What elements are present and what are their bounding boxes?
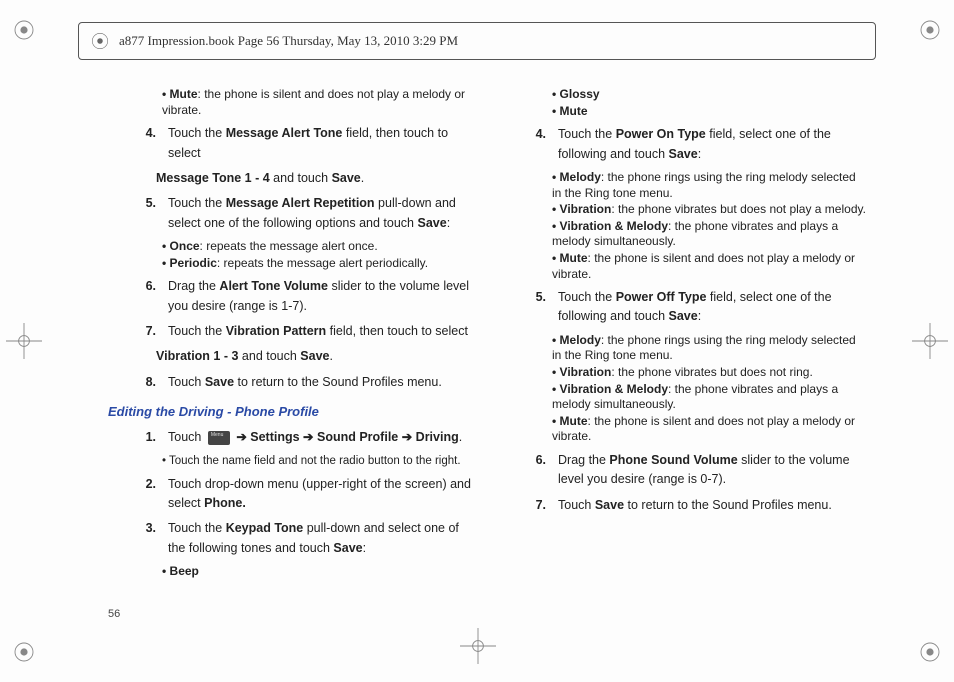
list-item: • Vibration: the phone vibrates but does… (552, 202, 866, 218)
step-r6: 6.Drag the Phone Sound Volume slider to … (498, 451, 866, 490)
step-8: 8.Touch Save to return to the Sound Prof… (108, 373, 476, 392)
step-r4: 4.Touch the Power On Type field, select … (498, 125, 866, 164)
step-4-cont: Message Tone 1 - 4 and touch Save. (156, 169, 476, 188)
step-7: 7.Touch the Vibration Pattern field, the… (108, 322, 476, 341)
list-item: • Mute (552, 104, 866, 120)
list-item: • Mute: the phone is silent and does not… (162, 87, 476, 118)
step-4: 4.Touch the Message Alert Tone field, th… (108, 124, 476, 163)
right-column: • Glossy • Mute 4.Touch the Power On Typ… (498, 86, 866, 596)
registration-mark-icon (6, 12, 42, 48)
list-item: • Once: repeats the message alert once. (162, 239, 476, 255)
list-item: • Periodic: repeats the message alert pe… (162, 256, 476, 272)
section-heading: Editing the Driving - Phone Profile (108, 402, 476, 422)
crop-mark-icon (912, 323, 948, 359)
registration-mark-icon (6, 634, 42, 670)
list-item: • Melody: the phone rings using the ring… (552, 170, 866, 201)
crop-mark-icon (6, 323, 42, 359)
list-item: • Vibration & Melody: the phone vibrates… (552, 382, 866, 413)
registration-mark-icon (912, 12, 948, 48)
step-r7: 7.Touch Save to return to the Sound Prof… (498, 496, 866, 515)
step-6: 6.Drag the Alert Tone Volume slider to t… (108, 277, 476, 316)
list-item: • Glossy (552, 87, 866, 103)
step-d2: 2.Touch drop-down menu (upper-right of t… (108, 475, 476, 514)
step-5: 5.Touch the Message Alert Repetition pul… (108, 194, 476, 233)
page-header-text: a877 Impression.book Page 56 Thursday, M… (119, 33, 458, 49)
registration-mark-icon (912, 634, 948, 670)
crop-mark-icon (460, 628, 496, 664)
list-item: • Vibration & Melody: the phone vibrates… (552, 219, 866, 250)
document-icon (89, 30, 111, 52)
list-item: • Melody: the phone rings using the ring… (552, 333, 866, 364)
page-header-box: a877 Impression.book Page 56 Thursday, M… (78, 22, 876, 60)
step-d1: 1.Touch ➔ Settings ➔ Sound Profile ➔ Dri… (108, 428, 476, 447)
step-r5: 5.Touch the Power Off Type field, select… (498, 288, 866, 327)
list-item: • Mute: the phone is silent and does not… (552, 251, 866, 282)
list-item: • Mute: the phone is silent and does not… (552, 414, 866, 445)
step-7-cont: Vibration 1 - 3 and touch Save. (156, 347, 476, 366)
left-column: • Mute: the phone is silent and does not… (108, 86, 476, 596)
step-d3: 3.Touch the Keypad Tone pull-down and se… (108, 519, 476, 558)
menu-icon (208, 431, 230, 445)
list-item: • Beep (162, 564, 476, 580)
page-number: 56 (108, 608, 120, 620)
list-item: • Vibration: the phone vibrates but does… (552, 365, 866, 381)
list-item: • Touch the name field and not the radio… (162, 454, 476, 469)
